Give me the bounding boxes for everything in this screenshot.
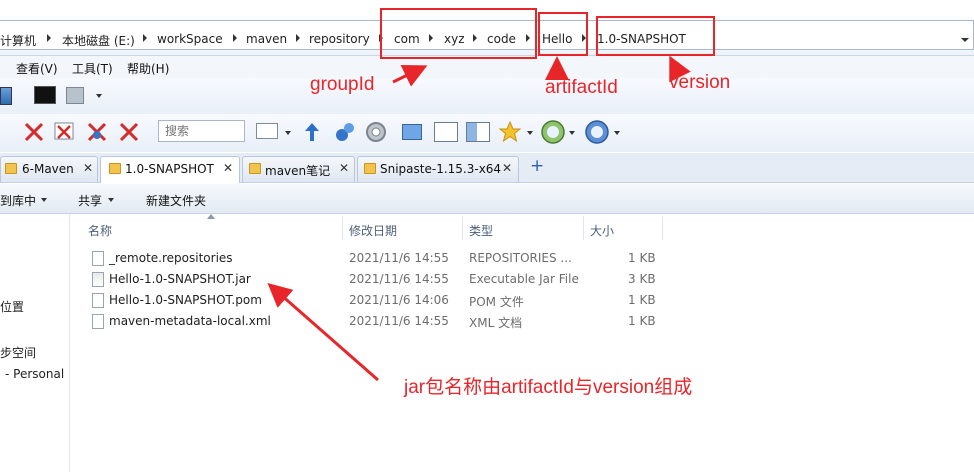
version-label: version [669, 72, 731, 93]
annotation-arrows [267, 55, 691, 382]
groupid-arrow [392, 65, 428, 87]
groupid-label: groupId [310, 74, 375, 95]
version-arrow [669, 55, 691, 83]
artifactid-label: artifactId [545, 77, 618, 98]
jar-naming-note: jar包名称由artifactId与version组成 [404, 377, 693, 398]
jar-note-arrow [267, 283, 379, 382]
